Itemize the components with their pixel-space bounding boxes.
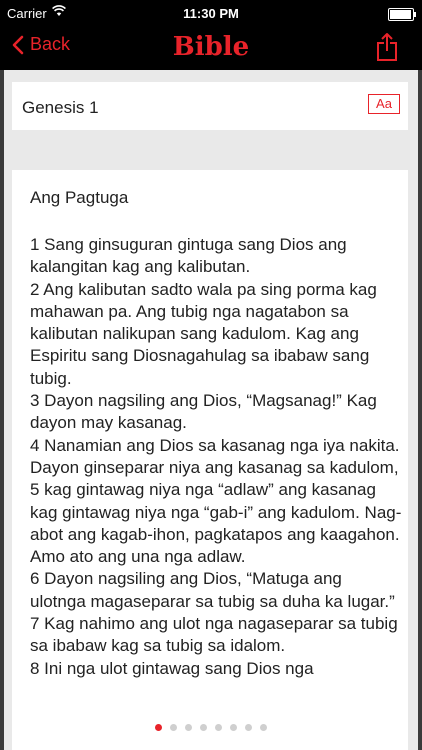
chapter-text-card[interactable]: Ang Pagtuga 1 Sang ginsuguran gintuga sa… bbox=[12, 170, 408, 750]
navigation-bar: Back Bible bbox=[0, 26, 422, 70]
verse: 8 Ini nga ulot gintawag sang Dios nga bbox=[30, 658, 314, 678]
chapter-title: Genesis 1 bbox=[22, 98, 99, 117]
verse: 5 kag gintawag niya nga “adlaw” ang kasa… bbox=[30, 480, 402, 567]
verse: 2 Ang kalibutan sadto wala pa sing porma… bbox=[30, 279, 377, 388]
back-button[interactable]: Back bbox=[12, 34, 70, 55]
verse: 6 Dayon nagsiling ang Dios, “Matuga ang … bbox=[30, 569, 395, 611]
chevron-left-icon bbox=[12, 35, 24, 55]
page-dot[interactable] bbox=[260, 723, 267, 731]
right-page-edge bbox=[418, 70, 422, 750]
verse: 4 Nanamian ang Dios sa kasanag nga iya n… bbox=[30, 435, 400, 477]
verse: 3 Dayon nagsiling ang Dios, “Magsanag!” … bbox=[30, 391, 377, 433]
page-dot[interactable] bbox=[200, 723, 207, 731]
battery-icon bbox=[388, 8, 416, 21]
verse-list: 1 Sang ginsuguran gintuga sang Dios ang … bbox=[30, 234, 402, 680]
back-label: Back bbox=[30, 34, 71, 54]
chapter-header: Genesis 1 Aa bbox=[12, 82, 408, 130]
verse: 7 Kag nahimo ang ulot nga nagaseparar sa… bbox=[30, 614, 398, 656]
content-area: Genesis 1 Aa Ang Pagtuga 1 Sang ginsugur… bbox=[0, 70, 422, 750]
page-dot[interactable] bbox=[230, 723, 237, 731]
page-dot[interactable] bbox=[185, 723, 192, 731]
share-button[interactable] bbox=[376, 32, 398, 67]
page-dot[interactable] bbox=[245, 723, 252, 731]
battery-level bbox=[390, 10, 411, 19]
status-time: 11:30 PM bbox=[183, 6, 239, 21]
left-page-edge bbox=[0, 70, 4, 750]
font-size-button[interactable]: Aa bbox=[368, 94, 400, 114]
page-dot-active[interactable] bbox=[155, 723, 162, 731]
status-bar: Carrier 11:30 PM bbox=[0, 0, 422, 26]
page-indicator[interactable] bbox=[0, 721, 422, 733]
share-icon bbox=[376, 33, 398, 66]
page-dot[interactable] bbox=[170, 723, 177, 731]
page-dot[interactable] bbox=[215, 723, 222, 731]
section-heading: Ang Pagtuga bbox=[30, 188, 129, 207]
verse: 1 Sang ginsuguran gintuga sang Dios ang … bbox=[30, 235, 347, 277]
